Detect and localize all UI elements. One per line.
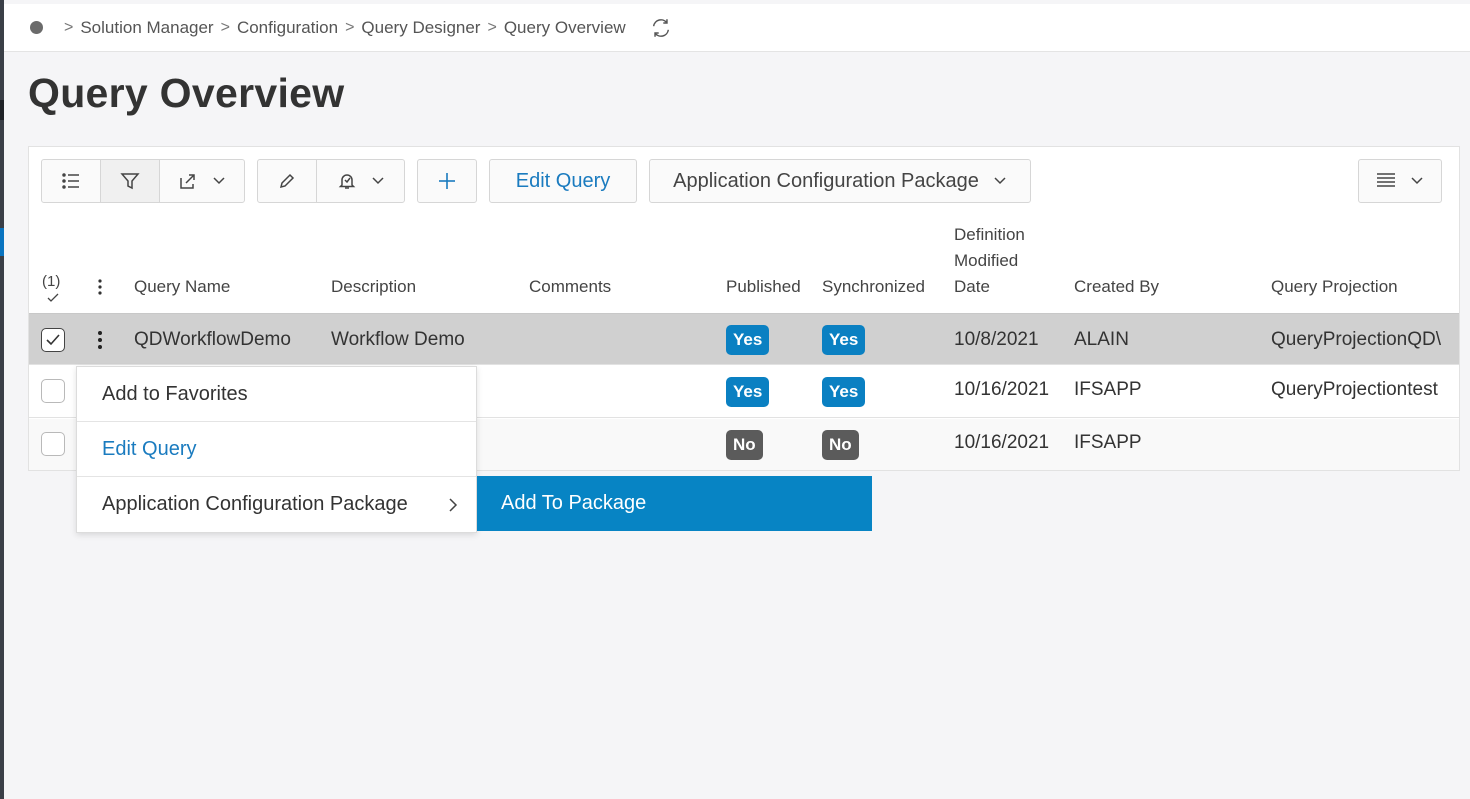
header-published[interactable]: Published xyxy=(726,274,801,300)
cell-published: Yes xyxy=(726,314,770,366)
left-edge-bar xyxy=(0,0,4,799)
breadcrumb: > Solution Manager > Configuration > Que… xyxy=(4,4,1470,52)
menu-lines-icon xyxy=(1377,173,1395,187)
header-line: Definition xyxy=(954,225,1025,244)
view-toolbar-group xyxy=(41,159,245,203)
breadcrumb-separator: > xyxy=(64,18,74,36)
cell-published: Yes xyxy=(726,366,770,418)
chevron-down-icon xyxy=(994,177,1006,185)
cell-date: 10/16/2021 xyxy=(954,432,1050,453)
status-badge: No xyxy=(822,430,859,460)
bell-icon xyxy=(338,174,355,189)
cell-created-by: ALAIN xyxy=(1074,329,1129,350)
home-icon[interactable] xyxy=(30,21,43,34)
list-icon xyxy=(62,173,79,189)
nav-marker-active xyxy=(0,228,4,256)
menu-item-add-to-package[interactable]: Add To Package xyxy=(477,476,872,531)
chevron-down-icon xyxy=(213,177,225,185)
header-query-projection[interactable]: Query Projection xyxy=(1271,274,1398,300)
status-badge: Yes xyxy=(726,377,770,407)
breadcrumb-query-designer[interactable]: Query Designer xyxy=(361,18,480,38)
chevron-right-icon xyxy=(449,498,458,512)
status-badge: No xyxy=(726,430,763,460)
header-definition-modified-date[interactable]: Definition Modified Date xyxy=(954,222,1025,300)
filter-button[interactable] xyxy=(101,160,160,202)
header-description[interactable]: Description xyxy=(331,274,416,300)
row-checkbox[interactable] xyxy=(41,432,65,456)
filter-icon xyxy=(120,173,140,190)
edit-query-button[interactable]: Edit Query xyxy=(489,159,637,203)
menu-item-add-to-favorites[interactable]: Add to Favorites xyxy=(77,367,476,422)
plus-icon xyxy=(439,173,455,189)
select-all-check-icon[interactable] xyxy=(46,293,60,303)
menu-item-app-config-package[interactable]: Application Configuration Package xyxy=(77,477,476,532)
header-comments[interactable]: Comments xyxy=(529,274,611,300)
check-icon xyxy=(46,334,60,346)
status-badge: Yes xyxy=(726,325,770,355)
cell-date: 10/16/2021 xyxy=(954,379,1050,400)
row-checkbox[interactable] xyxy=(41,379,65,403)
header-synchronized[interactable]: Synchronized xyxy=(822,274,925,300)
cell-created-by: IFSAPP xyxy=(1074,379,1142,400)
column-settings-dropdown[interactable] xyxy=(1358,159,1442,203)
cell-comments xyxy=(529,314,719,366)
pencil-icon xyxy=(279,173,295,189)
row-checkbox[interactable] xyxy=(41,328,65,352)
cell-date: 10/8/2021 xyxy=(954,329,1039,350)
breadcrumb-query-overview: Query Overview xyxy=(503,17,626,37)
chevron-down-icon xyxy=(371,177,384,185)
add-button[interactable] xyxy=(417,159,477,203)
export-icon xyxy=(180,174,195,189)
cell-synchronized: Yes xyxy=(822,366,866,418)
header-line: Modified xyxy=(954,251,1019,270)
breadcrumb-solution-manager[interactable]: Solution Manager xyxy=(80,18,213,38)
cell-synchronized: Yes xyxy=(822,314,866,366)
cell-synchronized: No xyxy=(822,419,859,471)
export-dropdown-button[interactable] xyxy=(160,160,244,202)
status-badge: Yes xyxy=(822,325,866,355)
breadcrumb-separator: > xyxy=(220,18,230,36)
row-context-menu: Add to Favorites Edit Query Application … xyxy=(76,366,477,533)
page-title: Query Overview xyxy=(28,70,345,116)
edit-button[interactable] xyxy=(258,160,317,202)
chevron-down-icon xyxy=(1411,177,1423,185)
breadcrumb-separator: > xyxy=(345,18,355,36)
cell-projection: QueryProjectionQD\ xyxy=(1271,329,1442,350)
cell-query-name: QDWorkflowDemo xyxy=(134,329,291,350)
header-created-by[interactable]: Created By xyxy=(1074,274,1159,300)
list-view-button[interactable] xyxy=(42,160,101,202)
menu-item-edit-query[interactable]: Edit Query xyxy=(77,422,476,477)
cell-projection: QueryProjectiontest xyxy=(1271,379,1438,400)
edit-toolbar-group xyxy=(257,159,405,203)
cell-description: Workflow Demo xyxy=(331,329,465,350)
refresh-icon[interactable] xyxy=(650,17,672,39)
header-line: Date xyxy=(954,277,990,296)
app-config-package-dropdown[interactable]: Application Configuration Package xyxy=(649,159,1031,203)
row-more-options-icon[interactable] xyxy=(97,330,103,350)
menu-item-label: Application Configuration Package xyxy=(102,493,408,515)
selection-count: (1) xyxy=(42,273,61,290)
status-badge: Yes xyxy=(822,377,866,407)
cell-created-by: IFSAPP xyxy=(1074,432,1142,453)
breadcrumb-configuration[interactable]: Configuration xyxy=(237,18,338,38)
app-config-package-label: Application Configuration Package xyxy=(673,169,979,192)
nav-marker xyxy=(0,100,4,120)
header-query-name[interactable]: Query Name xyxy=(134,274,230,300)
cell-published: No xyxy=(726,419,763,471)
more-options-icon[interactable] xyxy=(97,278,103,296)
notification-dropdown-button[interactable] xyxy=(317,160,404,202)
table-row[interactable]: QDWorkflowDemo Workflow Demo Yes Yes 10/… xyxy=(29,313,1459,365)
breadcrumb-separator: > xyxy=(487,18,497,36)
